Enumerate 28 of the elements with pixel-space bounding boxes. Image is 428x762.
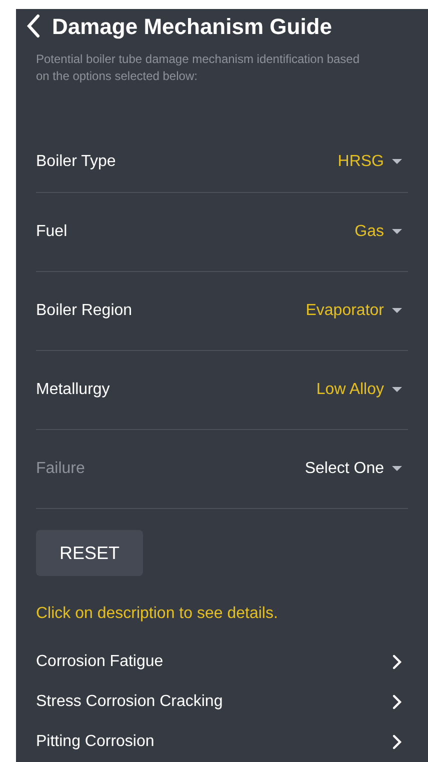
dropdown-caret-icon — [392, 387, 402, 393]
field-label: Boiler Type — [36, 152, 116, 172]
description-text: Potential boiler tube damage mechanism identification based on the options selected below: — [36, 51, 361, 85]
dropdown-caret-icon — [392, 158, 402, 164]
dropdown-select[interactable]: Gas — [354, 220, 402, 244]
chevron-right-icon — [392, 654, 402, 670]
field-label: Failure — [36, 459, 85, 479]
mechanism-item[interactable]: Pitting Corrosion — [36, 722, 408, 762]
dropdown-select[interactable]: Select One — [304, 457, 402, 481]
field-label: Metallurgy — [36, 380, 110, 400]
dropdown-select[interactable]: Low Alloy — [316, 378, 402, 402]
chevron-right-icon — [392, 694, 402, 710]
page-title: Damage Mechanism Guide — [52, 12, 332, 41]
reset-button[interactable]: RESET — [36, 530, 143, 576]
mechanism-item[interactable]: Stress Corrosion Cracking — [36, 682, 408, 722]
dropdown-caret-icon — [392, 466, 402, 472]
hint-text: Click on description to see details. — [35, 604, 279, 624]
dropdown-select[interactable]: HRSG — [338, 150, 402, 174]
chevron-right-icon — [392, 734, 402, 750]
mechanism-item[interactable]: Corrosion Fatigue — [36, 642, 408, 682]
field-label: Boiler Region — [36, 301, 132, 321]
dropdown-caret-icon — [392, 308, 402, 314]
dropdown-caret-icon — [392, 229, 402, 235]
mechanism-label: Corrosion Fatigue — [36, 652, 164, 672]
mechanism-label: Pitting Corrosion — [36, 732, 154, 752]
field-label: Fuel — [36, 222, 68, 242]
mechanism-label: Stress Corrosion Cracking — [36, 692, 223, 712]
dropdown-select[interactable]: Evaporator — [306, 299, 402, 323]
